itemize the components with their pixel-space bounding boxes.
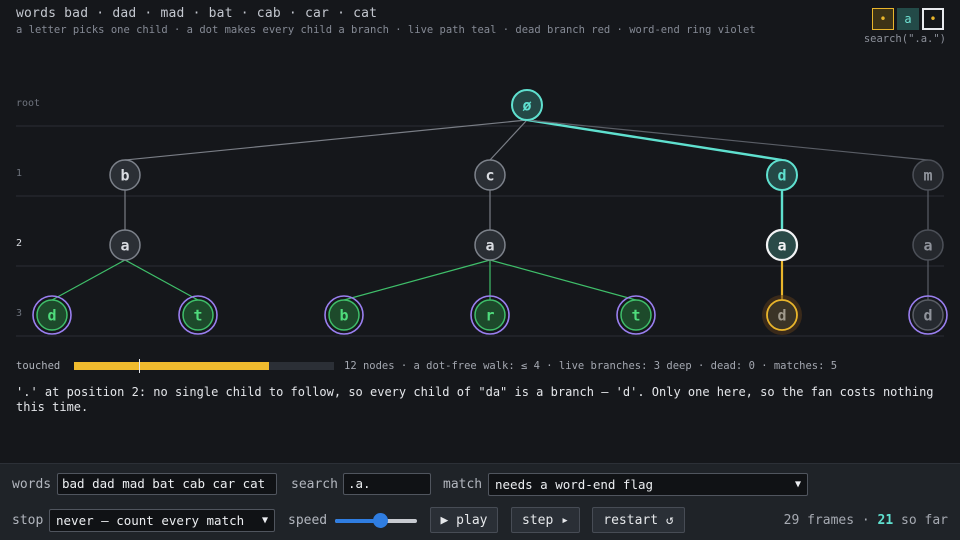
trie-node-root: ø	[511, 89, 543, 121]
trie-node-ca: a	[474, 229, 506, 261]
trie-node-ba: a	[109, 229, 141, 261]
trie-node-m: m	[912, 159, 944, 191]
node-label: a	[777, 237, 786, 255]
speed-label: speed	[288, 513, 328, 528]
trie-node-d: d	[766, 159, 798, 191]
node-label: t	[193, 307, 202, 325]
trie-node-bad: d	[32, 295, 72, 335]
touched-bar-marker	[139, 359, 140, 373]
node-label: a	[120, 237, 129, 255]
node-label: a	[923, 237, 932, 255]
node-label: d	[777, 307, 786, 325]
trie-node-ma: a	[912, 229, 944, 261]
frames-suffix: so far	[893, 513, 948, 528]
frame-counter: 29 frames · 21 so far	[784, 513, 948, 528]
touched-stats: touched 12 nodes · a dot-free walk: ≤ 4 …	[16, 359, 838, 373]
match-label: match	[443, 477, 483, 492]
stats-text: 12 nodes · a dot-free walk: ≤ 4 · live b…	[344, 360, 838, 372]
node-label: a	[485, 237, 494, 255]
speed-slider-thumb[interactable]	[373, 513, 389, 528]
node-label: ø	[522, 97, 531, 115]
trie-node-dad: d	[762, 295, 802, 335]
node-label: c	[485, 167, 494, 185]
stop-label: stop	[12, 513, 44, 528]
node-label: b	[120, 167, 129, 185]
stop-select-value: never — count every match	[56, 513, 245, 528]
match-select-value: needs a word-end flag	[495, 477, 654, 492]
touched-bar	[74, 359, 334, 373]
node-label: b	[339, 307, 348, 325]
words-label: words	[12, 477, 52, 492]
step-narration: '.' at position 2: no single child to fo…	[16, 385, 934, 414]
trie-node-b: b	[109, 159, 141, 191]
trie-node-car: r	[470, 295, 510, 335]
node-label: m	[923, 167, 932, 185]
trie-node-mad: d	[908, 295, 948, 335]
restart-button[interactable]: restart ↺	[592, 507, 685, 533]
speed-slider[interactable]	[335, 513, 417, 529]
node-label: d	[47, 307, 56, 325]
chevron-down-icon: ▼	[794, 479, 801, 490]
match-select[interactable]: needs a word-end flag ▼	[488, 473, 808, 496]
node-label: d	[923, 307, 932, 325]
search-label: search	[291, 477, 338, 492]
trie-diagram: ø b c d m a a a a d t b r t d d	[16, 89, 948, 337]
play-button[interactable]: ▶ play	[430, 507, 498, 533]
node-label: r	[485, 307, 494, 325]
touched-label: touched	[16, 360, 61, 372]
node-label: d	[777, 167, 786, 185]
trie-node-bat: t	[178, 295, 218, 335]
chevron-down-icon: ▼	[261, 515, 268, 526]
trie-node-c: c	[474, 159, 506, 191]
trie-node-da: a	[765, 228, 799, 262]
frames-total: 29 frames ·	[783, 513, 878, 528]
touched-bar-fill	[74, 362, 269, 370]
node-label: t	[631, 307, 640, 325]
words-input[interactable]: bad dad mad bat cab car cat	[57, 473, 277, 495]
frames-so-far: 21	[877, 513, 894, 528]
search-input[interactable]: .a.	[343, 473, 431, 495]
trie-node-cab: b	[324, 295, 364, 335]
stop-select[interactable]: never — count every match ▼	[49, 509, 275, 532]
trie-node-cat: t	[616, 295, 656, 335]
step-button[interactable]: step ▸	[511, 507, 580, 533]
controls-panel: words bad dad mad bat cab car cat search…	[0, 463, 960, 540]
